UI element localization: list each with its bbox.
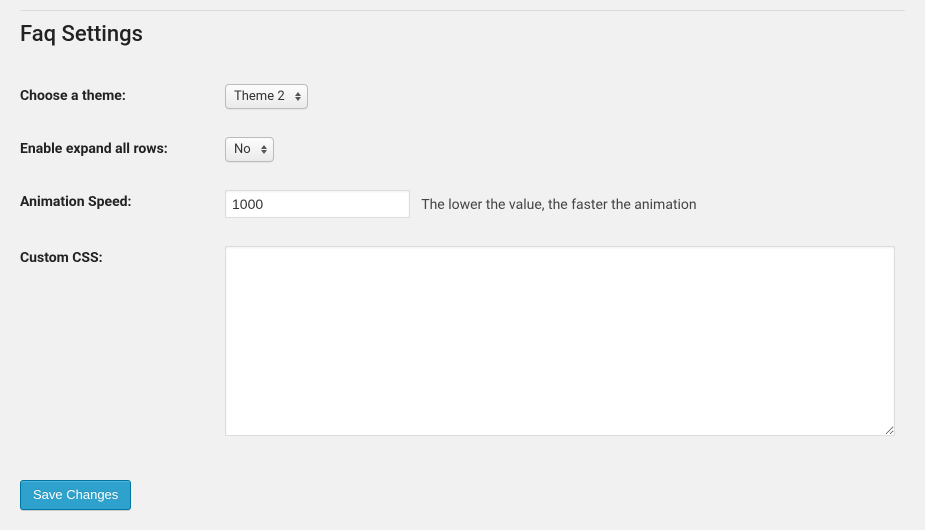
- custom-css-label: Custom CSS:: [20, 232, 225, 454]
- save-button[interactable]: Save Changes: [20, 480, 131, 510]
- expand-all-select-value: No: [234, 142, 251, 157]
- animation-speed-description: The lower the value, the faster the anim…: [421, 197, 696, 213]
- custom-css-textarea[interactable]: [225, 246, 895, 436]
- chevron-updown-icon: [293, 89, 303, 103]
- animation-speed-input[interactable]: [225, 190, 410, 218]
- animation-speed-label: Animation Speed:: [20, 176, 225, 232]
- expand-all-label: Enable expand all rows:: [20, 123, 225, 176]
- theme-label: Choose a theme:: [20, 70, 225, 123]
- page-title: Faq Settings: [20, 21, 905, 50]
- expand-all-select[interactable]: No: [225, 137, 274, 162]
- chevron-updown-icon: [259, 142, 269, 156]
- theme-select-value: Theme 2: [234, 89, 285, 104]
- settings-form: Choose a theme: Theme 2 Enable expand al…: [20, 70, 905, 454]
- theme-select[interactable]: Theme 2: [225, 84, 308, 109]
